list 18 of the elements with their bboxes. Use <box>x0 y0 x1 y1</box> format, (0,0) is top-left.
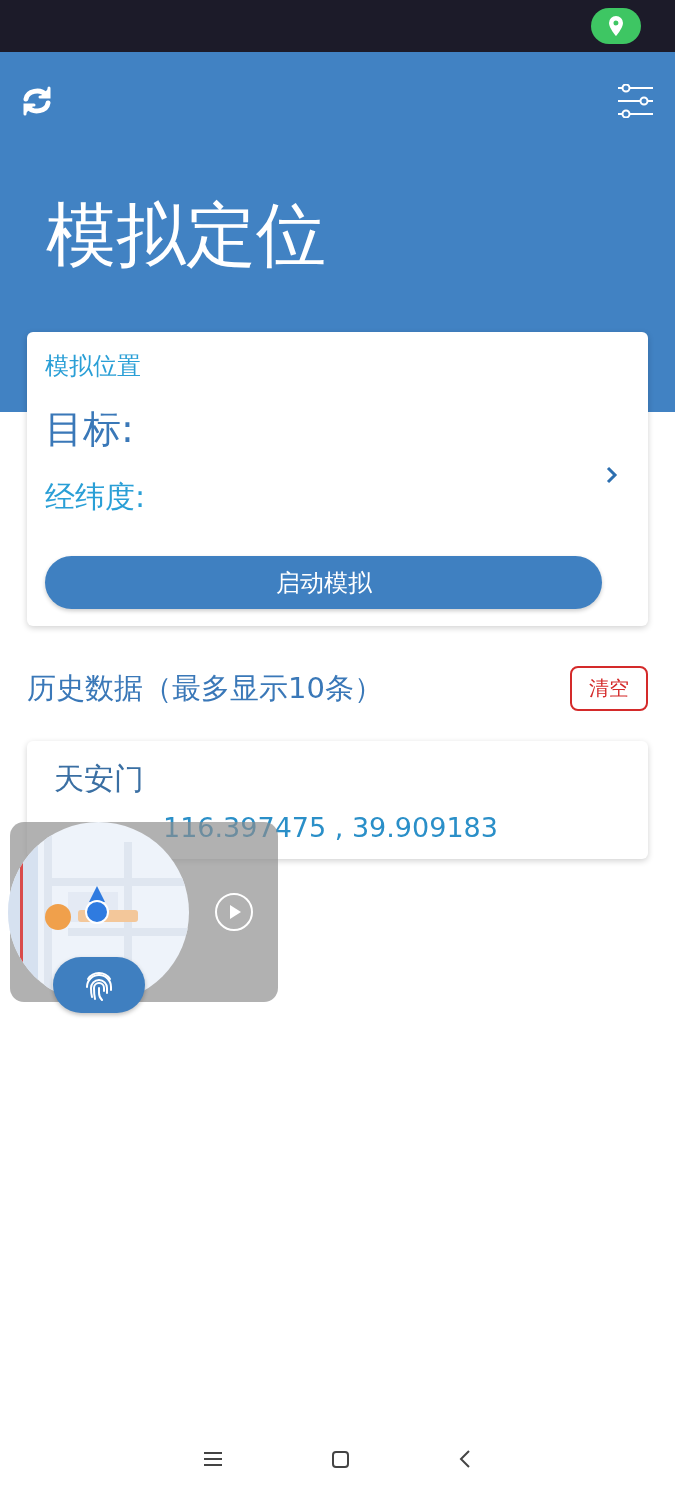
back-icon[interactable] <box>459 1450 471 1468</box>
target-label: 目标: <box>45 406 135 453</box>
menu-icon[interactable] <box>204 1452 222 1466</box>
chevron-right-icon[interactable] <box>606 466 618 484</box>
clear-button[interactable]: 清空 <box>570 666 648 711</box>
refresh-icon[interactable] <box>22 85 52 117</box>
settings-sliders-icon[interactable] <box>617 84 653 118</box>
location-card[interactable]: 模拟位置 目标: 经纬度: 启动模拟 <box>27 332 648 626</box>
map-pin-icon <box>608 16 624 36</box>
fingerprint-button[interactable] <box>53 957 145 1013</box>
coordinates-label: 经纬度: <box>45 478 147 516</box>
card-title: 模拟位置 <box>45 351 142 382</box>
home-square-icon[interactable] <box>332 1450 349 1468</box>
start-simulation-button[interactable]: 启动模拟 <box>45 556 602 609</box>
place-name: 天安门 <box>54 760 145 798</box>
fingerprint-icon <box>84 969 114 1001</box>
history-title: 历史数据（最多显示10条） <box>27 669 383 707</box>
page-title: 模拟定位 <box>46 200 327 270</box>
